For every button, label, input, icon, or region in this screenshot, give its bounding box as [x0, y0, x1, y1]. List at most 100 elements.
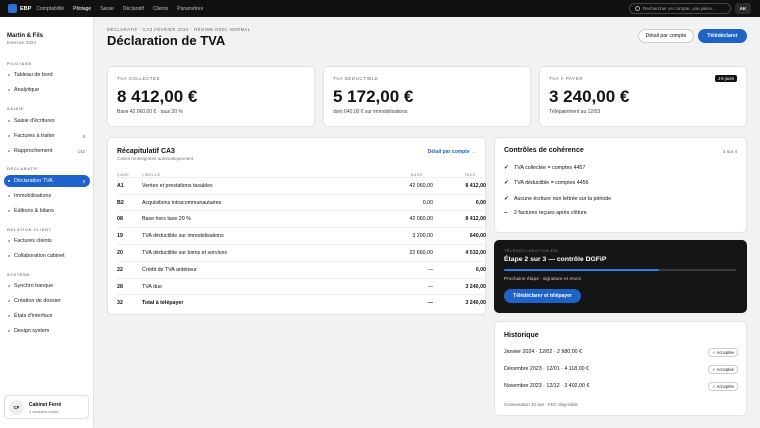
- controles-title: Contrôles de cohérence: [504, 147, 584, 154]
- bullet-icon: [8, 150, 10, 152]
- history-row[interactable]: Décembre 2023 · 12/01 · 4 118,00 € ✓ Acce…: [504, 365, 738, 374]
- sidebar-item-label: Immobilisations: [14, 193, 52, 199]
- org-name[interactable]: Martin & Fils: [7, 33, 43, 39]
- row-libelle: Total à télépayer: [142, 300, 184, 306]
- control-text: TVA collectée = comptes 4457: [514, 164, 586, 171]
- row-taxe: 8 412,00: [465, 183, 486, 189]
- history-row[interactable]: Novembre 2023 · 12/12 · 3 402,00 € ✓ Acce…: [504, 382, 738, 391]
- topnav-saisie[interactable]: Saisie: [100, 6, 114, 12]
- bullet-icon: [8, 120, 10, 122]
- table-row[interactable]: 22 Crédit de TVA antérieur — 0,00: [117, 261, 486, 278]
- table-row[interactable]: A1 Ventes et prestations taxables 42 060,0…: [117, 177, 486, 194]
- table-row[interactable]: 20 TVA déductible sur biens et services 22…: [117, 244, 486, 261]
- teledeclarer-button[interactable]: Télédéclarer: [698, 29, 747, 43]
- table-row[interactable]: 19 TVA déductible sur immobilisations 3 20…: [117, 227, 486, 244]
- sidebar-item-label: Rapprochement: [14, 148, 53, 154]
- sidebar-item-label: États d'interface: [14, 313, 53, 319]
- dash-icon: –: [504, 210, 508, 216]
- detail-par-compte-button[interactable]: Détail par compte: [638, 29, 694, 43]
- kpi-label: TVA COLLECTÉE: [117, 76, 161, 81]
- user-avatar[interactable]: AK: [735, 3, 751, 14]
- table-row[interactable]: B2 Acquisitions intracommunautaires 0,00 0,…: [117, 194, 486, 211]
- sidebar-item-label: Création de dossier: [14, 298, 61, 304]
- historique-card: Historique Janvier 2024 · 12/02 · 2 980,…: [494, 321, 747, 416]
- row-libelle: TVA déductible sur biens et services: [142, 250, 227, 256]
- bullet-icon: [8, 330, 10, 332]
- count-badge: 3: [82, 178, 85, 184]
- kpi-value: 3 240,00 €: [549, 87, 630, 106]
- table-row[interactable]: 28 TVA due — 3 240,00: [117, 278, 486, 295]
- sidebar-item-factures-a-traiter[interactable]: Factures à traiter 8: [4, 130, 90, 142]
- sidebar-item-saisie-ecritures[interactable]: Saisie d'écritures: [4, 115, 90, 127]
- check-icon: ✓: [504, 196, 510, 202]
- kpi-card-tva-a-payer: TVA À PAYER J-5 jours 3 240,00 € Télépai…: [539, 66, 747, 127]
- row-taxe: 4 532,00: [465, 250, 486, 256]
- sidebar-item-label: Éditions & bilans: [14, 208, 54, 214]
- topnav-pilotage[interactable]: Pilotage: [73, 6, 91, 12]
- search-icon: [635, 6, 640, 11]
- sidebar-item-declaration-tva[interactable]: Déclaration TVA 3: [4, 175, 90, 187]
- bullet-icon: [8, 180, 10, 182]
- teledeclarer-telepayer-button[interactable]: Télédéclarer et télépayer: [504, 289, 581, 303]
- section-label-relation-client: RELATION CLIENT: [7, 227, 52, 232]
- topnav-parametres[interactable]: Paramètres: [177, 6, 203, 12]
- bullet-icon: [8, 195, 10, 197]
- sidebar-item-factures-clients[interactable]: Factures clients: [4, 235, 90, 247]
- sidebar-item-label: Analytique: [14, 87, 40, 93]
- section-label-systeme: SYSTÈME: [7, 272, 31, 277]
- sidebar-item-creation-dossier[interactable]: Création de dossier: [4, 295, 90, 307]
- sidebar-item-rapprochement[interactable]: Rapprochement 142: [4, 145, 90, 157]
- bullet-icon: [8, 285, 10, 287]
- row-taxe: 8 412,00: [465, 216, 486, 222]
- sidebar-item-tableau-de-bord[interactable]: Tableau de bord: [4, 69, 90, 81]
- historique-title: Historique: [504, 332, 539, 339]
- top-bar: EBP Comptabilité Pilotage Saisie Déclara…: [0, 0, 760, 17]
- row-libelle: Acquisitions intracommunautaires: [142, 200, 222, 206]
- history-row[interactable]: Janvier 2024 · 12/02 · 2 980,00 € ✓ Accep…: [504, 348, 738, 357]
- cabinet-card[interactable]: CF Cabinet Ferré 3 dossiers suivis: [4, 395, 89, 419]
- kpi-label: TVA DÉDUCTIBLE: [333, 76, 379, 81]
- row-taxe: 0,00: [475, 200, 486, 206]
- sidebar-item-label: Factures clients: [14, 238, 52, 244]
- sidebar-item-etats-interface[interactable]: États d'interface: [4, 310, 90, 322]
- topnav-clients[interactable]: Clients: [153, 6, 168, 12]
- sidebar-item-immobilisations[interactable]: Immobilisations: [4, 190, 90, 202]
- detail-par-compte-link[interactable]: Détail par compte →: [428, 149, 476, 155]
- brand-name: EBP: [20, 5, 32, 12]
- sidebar-item-label: Collaboration cabinet: [14, 253, 65, 259]
- kpi-card-tva-deductible: TVA DÉDUCTIBLE 5 172,00 € dont 640,00 € …: [323, 66, 531, 127]
- topnav-comptabilite[interactable]: Comptabilité: [36, 6, 64, 12]
- teledeclaration-title: Étape 2 sur 3 — contrôle DGFiP: [504, 256, 607, 263]
- row-libelle: Crédit de TVA antérieur: [142, 267, 197, 273]
- kpi-value: 8 412,00 €: [117, 87, 198, 106]
- sidebar-item-editions-bilans[interactable]: Éditions & bilans: [4, 205, 90, 217]
- app-logo-icon: [8, 4, 17, 13]
- progress-bar: [504, 269, 736, 271]
- kpi-sub: Télépaiement au 12/03: [549, 109, 601, 115]
- bullet-icon: [8, 74, 10, 76]
- bullet-icon: [8, 210, 10, 212]
- bullet-icon: [8, 89, 10, 91]
- table-row-total[interactable]: 32 Total à télépayer — 3 240,00: [117, 294, 486, 311]
- sidebar-item-synchro-banque[interactable]: Synchro banque: [4, 280, 90, 292]
- row-case: B2: [117, 200, 124, 206]
- kpi-value: 5 172,00 €: [333, 87, 414, 106]
- row-base: 22 660,00: [409, 250, 433, 256]
- table-row[interactable]: 08 Base hors taxe 20 % 42 060,00 8 412,00: [117, 210, 486, 227]
- history-footer: Conservation 10 ans · FEC disponible: [504, 402, 578, 407]
- search-input[interactable]: Rechercher un compte, une pièce…: [629, 3, 731, 14]
- control-item: ✓ TVA déductible = comptes 4456: [504, 179, 589, 187]
- status-badge: ✓ Acceptée: [708, 348, 738, 357]
- sidebar-item-collaboration-cabinet[interactable]: Collaboration cabinet: [4, 250, 90, 262]
- topnav-declaratif[interactable]: Déclaratif: [123, 6, 144, 12]
- row-libelle: TVA due: [142, 284, 162, 290]
- control-text: Aucune écriture non lettrée sur la pério…: [514, 195, 612, 202]
- sidebar-item-design-system[interactable]: Design system: [4, 325, 90, 337]
- status-badge: ✓ Acceptée: [708, 382, 738, 391]
- cabinet-name: Cabinet Ferré: [29, 402, 62, 408]
- bullet-icon: [8, 255, 10, 257]
- kpi-sub: dont 640,00 € sur immobilisations: [333, 109, 408, 115]
- count-badge: 8: [82, 133, 85, 139]
- sidebar-item-analytique[interactable]: Analytique: [4, 84, 90, 96]
- bullet-icon: [8, 315, 10, 317]
